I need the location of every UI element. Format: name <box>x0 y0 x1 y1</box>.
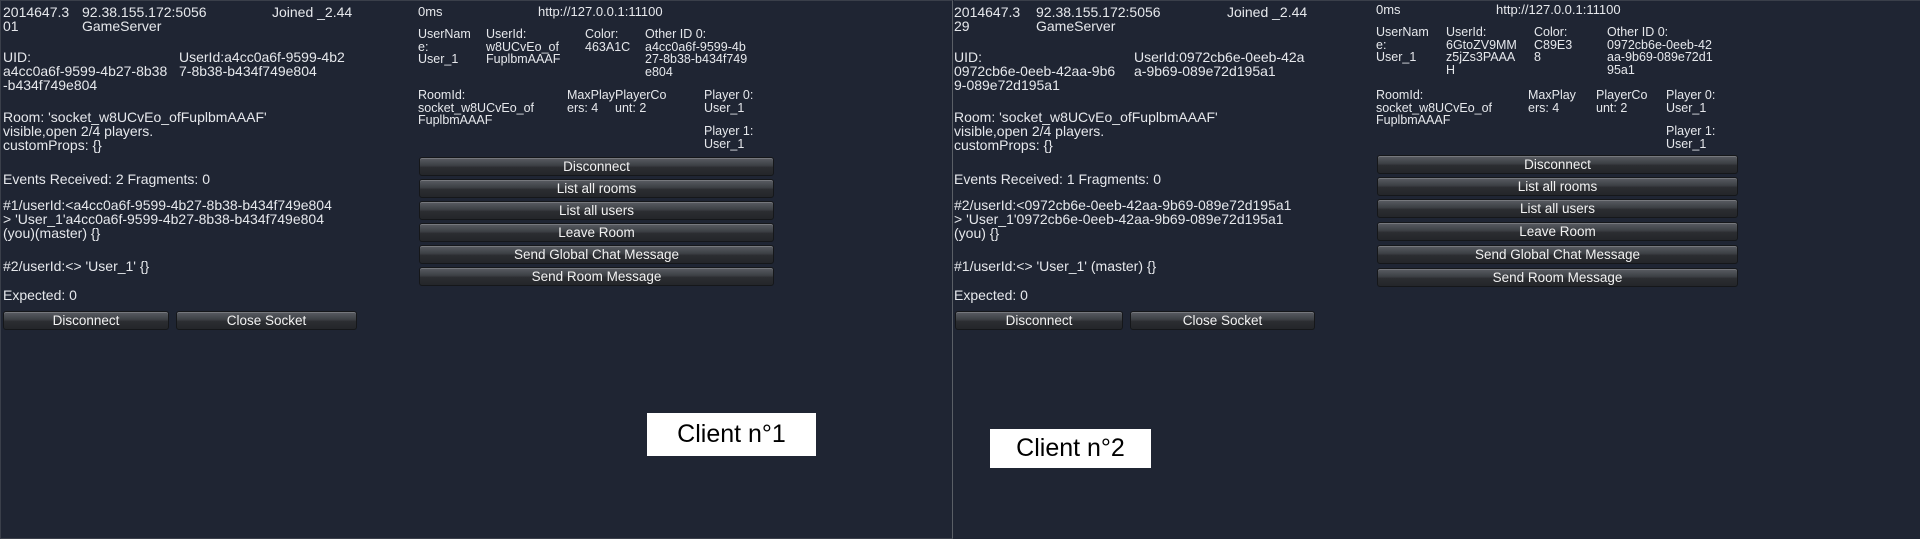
leave-room-button[interactable]: Leave Room <box>419 223 774 242</box>
list-all-users-button[interactable]: List all users <box>1377 199 1738 218</box>
userid-value: UserId:0972cb6e-0eeb-42a a-9b69-089e72d1… <box>1134 49 1305 79</box>
action-disconnect-button[interactable]: Disconnect <box>1377 155 1738 174</box>
ping-readout: 0ms <box>418 4 443 19</box>
user-color: Color: 463A1C <box>585 27 631 54</box>
userid-value: UserId:a4cc0a6f-9599-4b2 7-8b38-b434f749… <box>179 49 345 79</box>
action-disconnect-button[interactable]: Disconnect <box>419 157 774 176</box>
send-global-chat-button[interactable]: Send Global Chat Message <box>419 245 774 264</box>
room-player-count: PlayerCo unt: 2 <box>615 88 667 115</box>
close-socket-button[interactable]: Close Socket <box>176 311 357 330</box>
room-player-1: Player 1: User_1 <box>1666 124 1716 151</box>
player-entry-self: #2/userId:<0972cb6e-0eeb-42aa-9b69-089e7… <box>954 197 1292 241</box>
room-id: RoomId: socket_w8UCvEo_of FuplbmAAAF <box>1376 88 1493 127</box>
events-received: Events Received: 1 Fragments: 0 <box>954 171 1161 187</box>
server-address: 92.38.155.172:5056 GameServer <box>82 4 207 34</box>
room-player-0: Player 0: User_1 <box>1666 88 1716 115</box>
leave-room-button[interactable]: Leave Room <box>1377 222 1738 241</box>
room-id: RoomId: socket_w8UCvEo_of FuplbmAAAF <box>418 88 535 127</box>
events-received: Events Received: 2 Fragments: 0 <box>3 171 210 187</box>
send-global-chat-button[interactable]: Send Global Chat Message <box>1377 245 1738 264</box>
uid-label: UID: 0972cb6e-0eeb-42aa-9b6 9-089e72d195… <box>954 49 1116 93</box>
server-url: http://127.0.0.1:11100 <box>538 4 663 19</box>
client-id: 2014647.3 29 <box>954 4 1021 34</box>
user-other-id: Other ID 0: 0972cb6e-0eeb-42 aa-9b69-089… <box>1607 25 1713 77</box>
expected-count: Expected: 0 <box>3 287 77 303</box>
room-info: Room: 'socket_w8UCvEo_ofFuplbmAAAF' visi… <box>3 109 267 153</box>
room-player-1: Player 1: User_1 <box>704 124 754 151</box>
user-username: UserNam e: User_1 <box>1376 25 1429 64</box>
ping-readout: 0ms <box>1376 2 1401 17</box>
room-max-players: MaxPlay ers: 4 <box>1528 88 1576 115</box>
user-userid: UserId: 6GtoZV9MM z5jZs3PAAA H <box>1446 25 1517 77</box>
list-all-rooms-button[interactable]: List all rooms <box>419 179 774 198</box>
player-entry-self: #1/userId:<a4cc0a6f-9599-4b27-8b38-b434f… <box>3 197 332 241</box>
player-entry-other: #1/userId:<> 'User_1' (master) {} <box>954 258 1157 274</box>
send-room-message-button[interactable]: Send Room Message <box>1377 268 1738 287</box>
player-entry-other: #2/userId:<> 'User_1' {} <box>3 258 150 274</box>
send-room-message-button[interactable]: Send Room Message <box>419 267 774 286</box>
room-info: Room: 'socket_w8UCvEo_ofFuplbmAAAF' visi… <box>954 109 1218 153</box>
disconnect-button[interactable]: Disconnect <box>955 311 1123 330</box>
disconnect-button[interactable]: Disconnect <box>3 311 169 330</box>
expected-count: Expected: 0 <box>954 287 1028 303</box>
room-max-players: MaxPlay ers: 4 <box>567 88 615 115</box>
server-address: 92.38.155.172:5056 GameServer <box>1036 4 1161 34</box>
joined-status: Joined _2.44 <box>1227 4 1308 20</box>
client-caption: Client n°1 <box>647 413 816 456</box>
user-other-id: Other ID 0: a4cc0a6f-9599-4b 27-8b38-b43… <box>645 27 748 79</box>
client-id: 2014647.3 01 <box>3 4 70 34</box>
user-username: UserNam e: User_1 <box>418 27 471 66</box>
joined-status: Joined _2.44 <box>272 4 353 20</box>
client-1-panel: 2014647.3 01 92.38.155.172:5056 GameServ… <box>0 0 953 539</box>
list-all-users-button[interactable]: List all users <box>419 201 774 220</box>
room-player-0: Player 0: User_1 <box>704 88 754 115</box>
user-userid: UserId: w8UCvEo_of FuplbmAAAF <box>486 27 561 66</box>
room-player-count: PlayerCo unt: 2 <box>1596 88 1648 115</box>
client-caption: Client n°2 <box>990 429 1151 468</box>
user-color: Color: C89E3 8 <box>1534 25 1573 64</box>
server-url: http://127.0.0.1:11100 <box>1496 2 1621 17</box>
uid-label: UID: a4cc0a6f-9599-4b27-8b38 -b434f749e8… <box>3 49 168 93</box>
close-socket-button[interactable]: Close Socket <box>1130 311 1315 330</box>
client-2-panel: 2014647.3 29 92.38.155.172:5056 GameServ… <box>954 0 1920 539</box>
list-all-rooms-button[interactable]: List all rooms <box>1377 177 1738 196</box>
